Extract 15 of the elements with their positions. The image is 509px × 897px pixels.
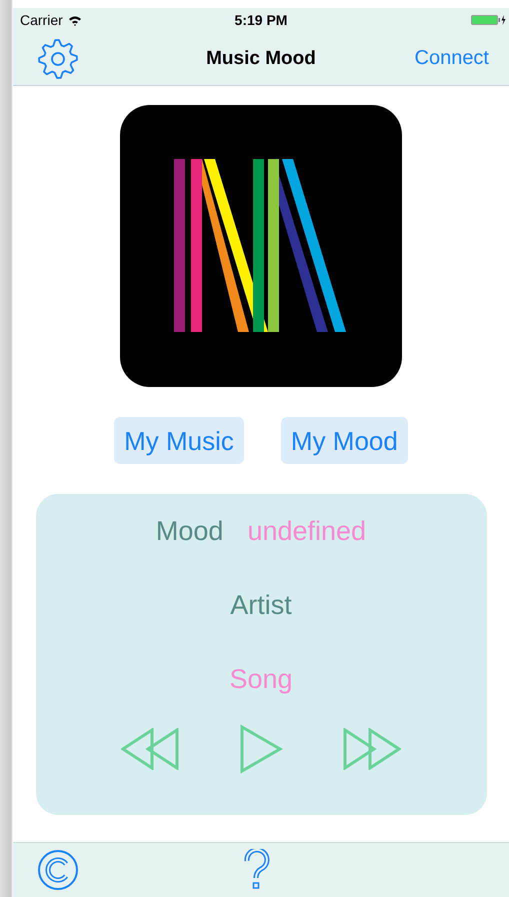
menu-button[interactable]: My Mood (280, 417, 408, 464)
app-title: Music Mood (206, 48, 316, 70)
help-icon[interactable] (244, 849, 270, 891)
status-time: 5:19 PM (234, 12, 288, 28)
wifi-icon (68, 14, 82, 26)
artist-name: Artist (230, 589, 292, 622)
carrier-name: Carrier (20, 12, 63, 28)
connect-link[interactable]: Connect (414, 47, 489, 70)
mood-label: Mood (156, 515, 224, 548)
copyright-icon[interactable] (37, 849, 79, 891)
song-title: Song (229, 663, 293, 696)
settings-icon[interactable] (37, 38, 79, 80)
battery-icon (471, 14, 507, 26)
mood-value: undefined (247, 515, 366, 548)
menu-button[interactable]: My Music (114, 417, 244, 464)
